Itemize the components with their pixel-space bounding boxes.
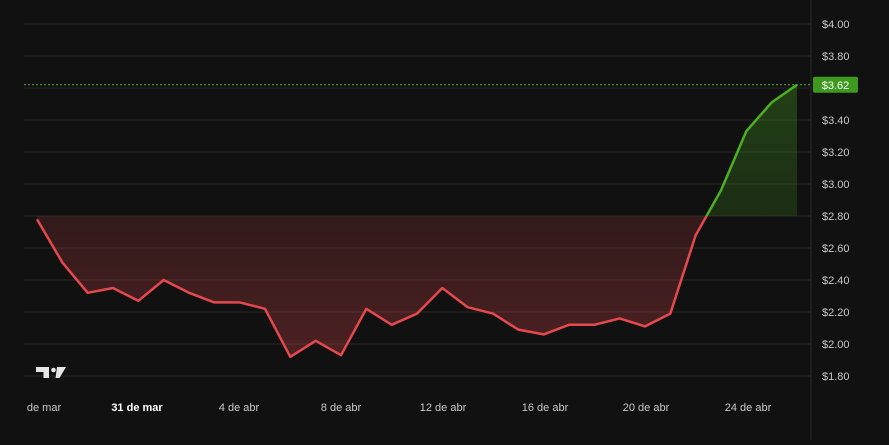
- data-point[interactable]: [769, 99, 775, 105]
- data-point[interactable]: [718, 187, 724, 193]
- y-tick-label: $2.80: [822, 211, 850, 223]
- y-tick-label: $3.80: [822, 51, 850, 63]
- y-tick-label: $2.40: [822, 275, 850, 287]
- data-point[interactable]: [591, 322, 597, 328]
- data-point[interactable]: [667, 311, 673, 317]
- y-tick-label: $3.00: [822, 179, 850, 191]
- y-tick-label: $2.20: [822, 307, 850, 319]
- y-tick-label: $1.80: [822, 371, 850, 383]
- data-point[interactable]: [34, 216, 40, 222]
- data-point[interactable]: [389, 322, 395, 328]
- y-tick-label: $4.00: [822, 19, 850, 31]
- data-point[interactable]: [743, 128, 749, 134]
- x-axis: de mar 31 de mar 4 de abr 8 de abr 12 de abr…: [27, 402, 772, 414]
- x-tick-label: 12 de abr: [420, 402, 467, 414]
- data-point[interactable]: [541, 331, 547, 337]
- data-point[interactable]: [439, 285, 445, 291]
- data-point[interactable]: [363, 306, 369, 312]
- data-point[interactable]: [465, 304, 471, 310]
- data-point[interactable]: [237, 299, 243, 305]
- data-point[interactable]: [135, 298, 141, 304]
- data-point[interactable]: [490, 311, 496, 317]
- data-point[interactable]: [414, 311, 420, 317]
- data-point[interactable]: [287, 354, 293, 360]
- y-axis: $1.80 $2.00 $2.20 $2.40 $2.60 $2.80 $3.00 $3.20…: [822, 19, 850, 383]
- data-point[interactable]: [566, 322, 572, 328]
- data-point[interactable]: [186, 290, 192, 296]
- data-point[interactable]: [262, 306, 268, 312]
- y-tick-label: $3.40: [822, 115, 850, 127]
- data-point[interactable]: [110, 285, 116, 291]
- x-tick-label: 31 de mar: [111, 402, 163, 414]
- x-tick-label: 4 de abr: [219, 402, 260, 414]
- x-tick-label: 16 de abr: [522, 402, 569, 414]
- current-price-label: $3.62: [822, 80, 850, 92]
- y-tick-label: $2.00: [822, 339, 850, 351]
- data-point[interactable]: [85, 290, 91, 296]
- chart-canvas[interactable]: $3.62 $1.80 $2.00 $2.20 $2.40 $2.60 $2.80 $3.0…: [0, 0, 889, 440]
- data-point[interactable]: [617, 315, 623, 321]
- current-price-marker: $3.62: [24, 76, 858, 93]
- price-chart[interactable]: $3.62 $1.80 $2.00 $2.20 $2.40 $2.60 $2.80 $3.0…: [0, 0, 889, 440]
- data-point[interactable]: [338, 352, 344, 358]
- x-tick-label: 20 de abr: [623, 402, 670, 414]
- data-point[interactable]: [161, 277, 167, 283]
- data-point[interactable]: [313, 338, 319, 344]
- logo-dot-shape: [51, 367, 56, 373]
- data-point[interactable]: [211, 299, 217, 305]
- data-point[interactable]: [59, 259, 65, 265]
- x-tick-label: de mar: [27, 402, 62, 414]
- y-tick-label: $3.20: [822, 147, 850, 159]
- data-point[interactable]: [515, 327, 521, 333]
- x-tick-label: 24 de abr: [725, 402, 772, 414]
- data-point[interactable]: [693, 232, 699, 238]
- data-point[interactable]: [642, 323, 648, 329]
- x-tick-label: 8 de abr: [321, 402, 362, 414]
- y-tick-label: $2.60: [822, 243, 850, 255]
